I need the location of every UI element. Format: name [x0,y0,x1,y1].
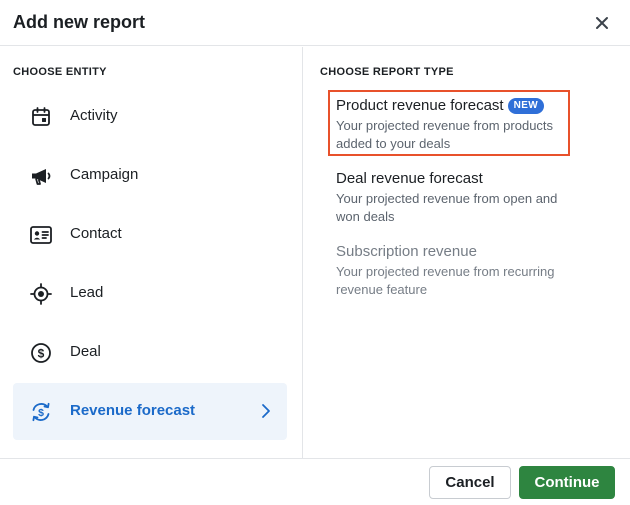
report-type-panel: CHOOSE REPORT TYPE Product revenue forec… [304,47,630,458]
svg-text:$: $ [38,347,45,361]
dialog-header: Add new report [0,0,630,46]
report-type-title: Product revenue forecast [336,97,504,114]
dialog-footer: Cancel Continue [0,458,630,505]
dialog-body: CHOOSE ENTITY Activity Campaign Contact … [0,47,630,458]
entity-heading: CHOOSE ENTITY [13,66,107,78]
report-type-product-revenue-forecast[interactable]: Product revenue forecast NEW Your project… [328,90,576,156]
entity-item-lead[interactable]: Lead [13,265,287,322]
dollar-refresh-icon: $ [32,402,50,422]
contact-card-icon [30,226,52,244]
report-type-heading: CHOOSE REPORT TYPE [320,66,454,78]
report-type-list: Product revenue forecast NEW Your project… [328,90,576,315]
report-type-description: Your projected revenue from products add… [336,118,554,151]
report-type-title: Deal revenue forecast [336,170,483,187]
entity-item-deal[interactable]: $ Deal [13,324,287,381]
entity-label: Revenue forecast [70,402,196,419]
megaphone-icon [32,169,51,185]
report-type-description: Your projected revenue from open and won… [336,191,558,224]
target-icon [30,283,52,305]
entity-label: Activity [70,107,118,124]
entity-item-activity[interactable]: Activity [13,88,287,145]
dollar-circle-icon: $ [31,343,51,363]
entity-item-revenue-forecast[interactable]: $ Revenue forecast [13,383,287,440]
new-badge: NEW [507,98,545,114]
close-icon [596,17,608,29]
report-type-description: Your projected revenue from recurring re… [336,264,555,297]
entity-label: Contact [70,225,122,242]
entity-item-contact[interactable]: Contact [13,206,287,263]
entity-label: Campaign [70,166,139,183]
entity-list: Activity Campaign Contact Lead $ Deal $ … [13,88,287,442]
close-button[interactable] [592,13,612,33]
entity-label: Deal [70,343,101,360]
entity-label: Lead [70,284,104,301]
dialog-title: Add new report [13,12,146,32]
continue-button[interactable]: Continue [519,466,615,499]
report-type-deal-revenue-forecast[interactable]: Deal revenue forecast Your projected rev… [336,169,576,226]
entity-item-campaign[interactable]: Campaign [13,147,287,204]
report-type-subscription-revenue[interactable]: Subscription revenue Your projected reve… [336,242,576,299]
chevron-right-icon [262,404,270,418]
cancel-button[interactable]: Cancel [429,466,511,499]
add-report-dialog: Add new report CHOOSE ENTITY Activity Ca… [0,0,630,505]
entity-panel: CHOOSE ENTITY Activity Campaign Contact … [0,47,303,458]
svg-text:$: $ [38,407,44,419]
report-type-title: Subscription revenue [336,243,477,260]
calendar-icon [32,107,50,126]
